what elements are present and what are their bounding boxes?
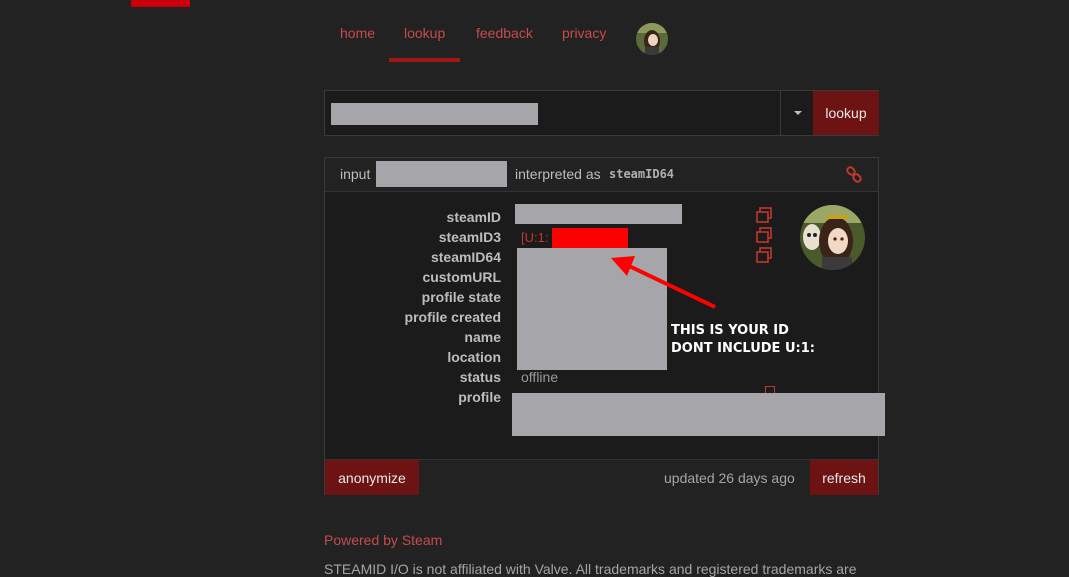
label-profile-state: profile state xyxy=(421,289,501,305)
steamid-value-redacted xyxy=(515,204,682,224)
nav-lookup[interactable]: lookup xyxy=(404,25,445,41)
label-name: name xyxy=(464,329,501,345)
copy-steamid3-icon[interactable] xyxy=(755,227,773,243)
powered-by-steam-link[interactable]: Powered by Steam xyxy=(324,532,442,548)
status-value: offline xyxy=(521,369,559,385)
lookup-button[interactable]: lookup xyxy=(813,91,879,135)
profile-avatar xyxy=(800,205,865,270)
input-value-redacted xyxy=(376,161,507,187)
search-bar: lookup xyxy=(324,90,879,136)
label-steamid64: steamID64 xyxy=(430,249,501,265)
interpreted-type: steamID64 xyxy=(609,167,675,181)
site-logo[interactable] xyxy=(131,0,190,7)
label-location: location xyxy=(447,349,501,365)
interpreted-label: interpreted as xyxy=(515,166,601,182)
copy-steamid64-icon[interactable] xyxy=(755,247,773,263)
annotation-line-1: THIS IS YOUR ID xyxy=(671,323,789,338)
refresh-button[interactable]: refresh xyxy=(810,460,878,495)
profile-url-redacted xyxy=(512,393,885,436)
steamid3-value[interactable]: [U:1: xyxy=(521,230,548,245)
updated-text: updated 26 days ago xyxy=(664,470,795,486)
nav-feedback[interactable]: feedback xyxy=(476,25,533,41)
caret-down-icon xyxy=(793,111,802,115)
label-profile-created: profile created xyxy=(404,309,501,325)
result-panel: input interpreted as steamID64 steamID s… xyxy=(324,157,885,495)
copy-steamid-icon[interactable] xyxy=(755,207,773,223)
anonymize-button[interactable]: anonymize xyxy=(325,460,419,495)
annotation-line-2: DONT INCLUDE U:1: xyxy=(671,341,815,356)
annotation-text: THIS IS YOUR ID DONT INCLUDE U:1: xyxy=(671,322,815,358)
label-steamid: steamID xyxy=(446,209,501,225)
search-dropdown-toggle[interactable] xyxy=(780,91,814,135)
label-profile: profile xyxy=(458,389,501,405)
copy-icon-partial xyxy=(765,386,775,393)
nav-home[interactable]: home xyxy=(340,25,375,41)
annotation-arrow-icon xyxy=(611,256,716,309)
disclaimer-text: STEAMID I/O is not affiliated with Valve… xyxy=(324,561,857,577)
nav-active-indicator xyxy=(389,58,460,62)
panel-header: input interpreted as steamID64 xyxy=(325,158,878,192)
label-status: status xyxy=(459,369,501,385)
permalink-icon[interactable] xyxy=(845,166,863,184)
panel-footer: anonymize updated 26 days ago refresh xyxy=(325,459,878,495)
search-input[interactable] xyxy=(331,103,538,125)
label-steamid3: steamID3 xyxy=(438,229,501,245)
label-customurl: customURL xyxy=(422,269,501,285)
nav-privacy[interactable]: privacy xyxy=(562,25,606,41)
input-label: input xyxy=(340,166,371,182)
user-avatar[interactable] xyxy=(636,23,668,55)
